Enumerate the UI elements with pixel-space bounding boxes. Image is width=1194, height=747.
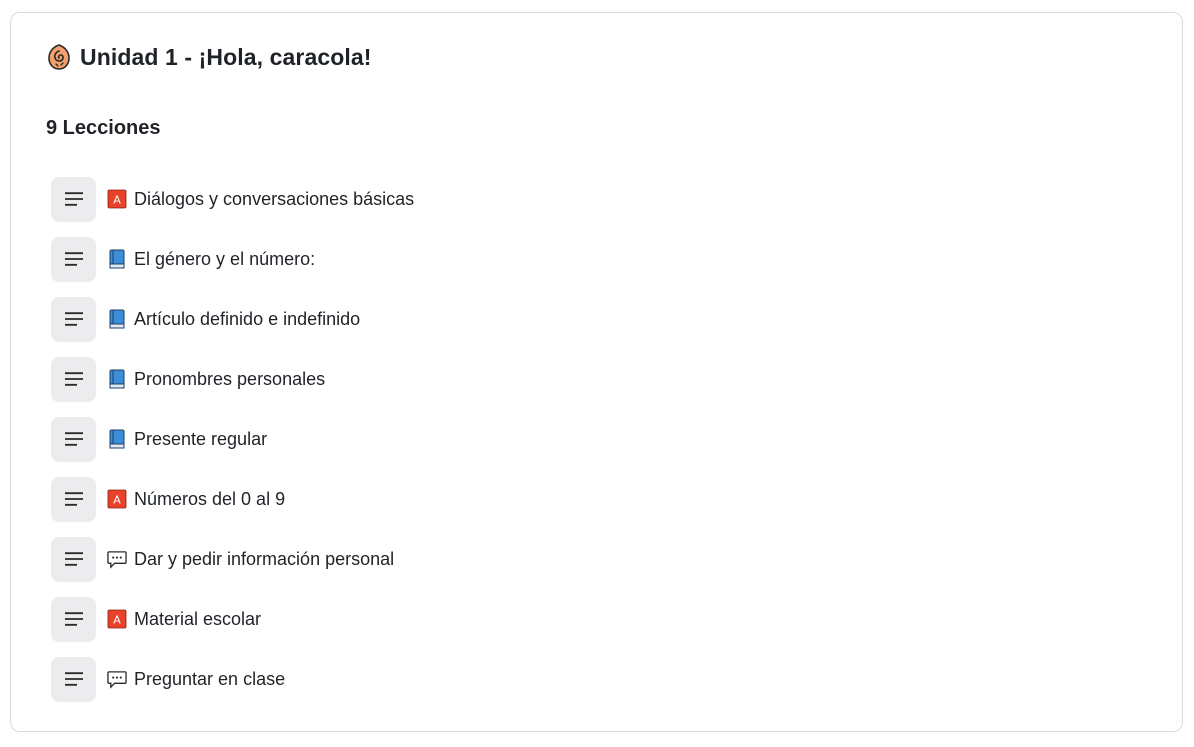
menu-lines-icon [64,612,83,626]
lessons-count-heading: 9 Lecciones [46,117,161,139]
list-item[interactable]: A Números del 0 al 9 [51,469,414,529]
letter-a-badge-icon: A [107,609,127,629]
blue-book-icon [107,369,127,389]
drag-handle[interactable] [51,296,96,342]
speech-bubble-icon [107,669,127,689]
menu-lines-icon [64,192,83,206]
drag-handle[interactable] [51,536,96,582]
lesson-title: Números del 0 al 9 [134,488,286,509]
drag-handle[interactable] [51,356,96,402]
letter-a-badge-icon: A [107,489,127,509]
menu-lines-icon [64,312,83,326]
menu-lines-icon [64,432,83,446]
list-item[interactable]: A Material escolar [51,589,414,649]
lesson-title: Pronombres personales [134,368,326,389]
lesson-title: Diálogos y conversaciones básicas [134,188,415,209]
list-item[interactable]: Dar y pedir información personal [51,529,414,589]
lesson-title: Artículo definido e indefinido [134,308,361,329]
drag-handle[interactable] [51,176,96,222]
lesson-title: Preguntar en clase [134,668,286,689]
drag-handle[interactable] [51,476,96,522]
drag-handle[interactable] [51,236,96,282]
svg-text:A: A [113,194,121,207]
list-item[interactable]: A Diálogos y conversaciones básicas [51,169,414,229]
unit-title: Unidad 1 - ¡Hola, caracola! [80,43,372,70]
drag-handle[interactable] [51,596,96,642]
menu-lines-icon [64,672,83,686]
blue-book-icon [107,249,127,269]
svg-text:A: A [113,494,121,507]
letter-a-badge-icon: A [107,189,127,209]
menu-lines-icon [64,492,83,506]
list-item[interactable]: El género y el número: [51,229,414,289]
drag-handle[interactable] [51,416,96,462]
list-item[interactable]: Artículo definido e indefinido [51,289,414,349]
lesson-title: Presente regular [134,428,268,449]
blue-book-icon [107,429,127,449]
list-item[interactable]: Presente regular [51,409,414,469]
snail-shell-icon [46,43,72,71]
blue-book-icon [107,309,127,329]
menu-lines-icon [64,552,83,566]
unit-header: Unidad 1 - ¡Hola, caracola! [46,43,372,71]
unit-card: Unidad 1 - ¡Hola, caracola! 9 Lecciones … [10,12,1183,732]
lesson-title: El género y el número: [134,248,316,269]
svg-text:A: A [113,614,121,627]
speech-bubble-icon [107,549,127,569]
menu-lines-icon [64,252,83,266]
list-item[interactable]: Pronombres personales [51,349,414,409]
lesson-title: Dar y pedir información personal [134,548,395,569]
drag-handle[interactable] [51,656,96,702]
menu-lines-icon [64,372,83,386]
list-item[interactable]: Preguntar en clase [51,649,414,709]
lesson-title: Material escolar [134,608,262,629]
lesson-list: A Diálogos y conversaciones básicas El g… [51,169,414,709]
